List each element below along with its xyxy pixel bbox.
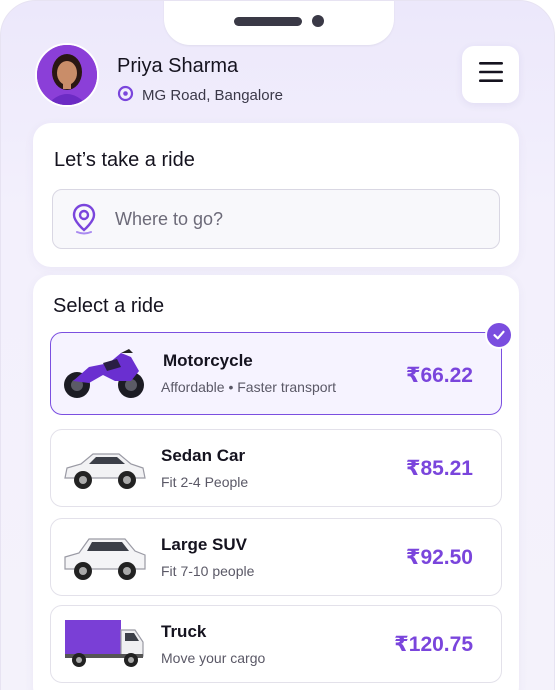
- menu-button[interactable]: [462, 46, 519, 103]
- profile-header: Priya Sharma MG Road, Bangalore: [35, 43, 519, 107]
- search-card: Let’s take a ride Where to go?: [33, 123, 519, 267]
- search-placeholder: Where to go?: [115, 208, 224, 229]
- speaker-grille: [234, 17, 302, 26]
- ride-name: Motorcycle: [163, 351, 253, 370]
- location-pin-icon: [117, 85, 134, 106]
- ride-selection-card: Select a ride Motorcycle Affordable • Fa…: [33, 275, 519, 690]
- ride-name: Large SUV: [161, 535, 247, 554]
- ride-description: Fit 7-10 people: [161, 563, 255, 579]
- selected-check-icon: [487, 323, 511, 347]
- avatar[interactable]: [35, 43, 99, 107]
- location-text: MG Road, Bangalore: [142, 87, 283, 104]
- motorcycle-image: [59, 341, 149, 403]
- ride-price: ₹66.22: [405, 364, 473, 387]
- hamburger-icon: [478, 61, 504, 88]
- phone-notch: [164, 1, 394, 45]
- ride-description: Affordable • Faster transport: [161, 379, 337, 395]
- phone-frame: Priya Sharma MG Road, Bangalore Let’s ta…: [0, 0, 555, 690]
- user-location[interactable]: MG Road, Bangalore: [117, 85, 283, 106]
- ride-description: Move your cargo: [161, 650, 266, 666]
- ride-price: ₹120.75: [394, 633, 473, 656]
- search-card-title: Let’s take a ride: [54, 149, 195, 171]
- sedan-image: [59, 438, 149, 500]
- destination-search-input[interactable]: Where to go?: [52, 189, 500, 249]
- truck-image: [59, 614, 149, 676]
- ride-price: ₹85.21: [405, 457, 473, 480]
- ride-name: Sedan Car: [161, 446, 246, 465]
- ride-section-title: Select a ride: [53, 295, 165, 317]
- ride-option-truck[interactable]: Truck Move your cargo ₹120.75: [50, 605, 502, 683]
- ride-price: ₹92.50: [405, 546, 473, 569]
- map-pin-icon: [71, 203, 97, 235]
- ride-description: Fit 2-4 People: [161, 474, 249, 490]
- ride-option-suv[interactable]: Large SUV Fit 7-10 people ₹92.50: [50, 518, 502, 596]
- ride-name: Truck: [161, 622, 207, 641]
- ride-option-motorcycle[interactable]: Motorcycle Affordable • Faster transport…: [50, 323, 511, 415]
- user-name: Priya Sharma: [117, 55, 239, 77]
- front-camera: [312, 15, 324, 27]
- ride-option-sedan[interactable]: Sedan Car Fit 2-4 People ₹85.21: [50, 429, 502, 507]
- suv-image: [59, 527, 149, 589]
